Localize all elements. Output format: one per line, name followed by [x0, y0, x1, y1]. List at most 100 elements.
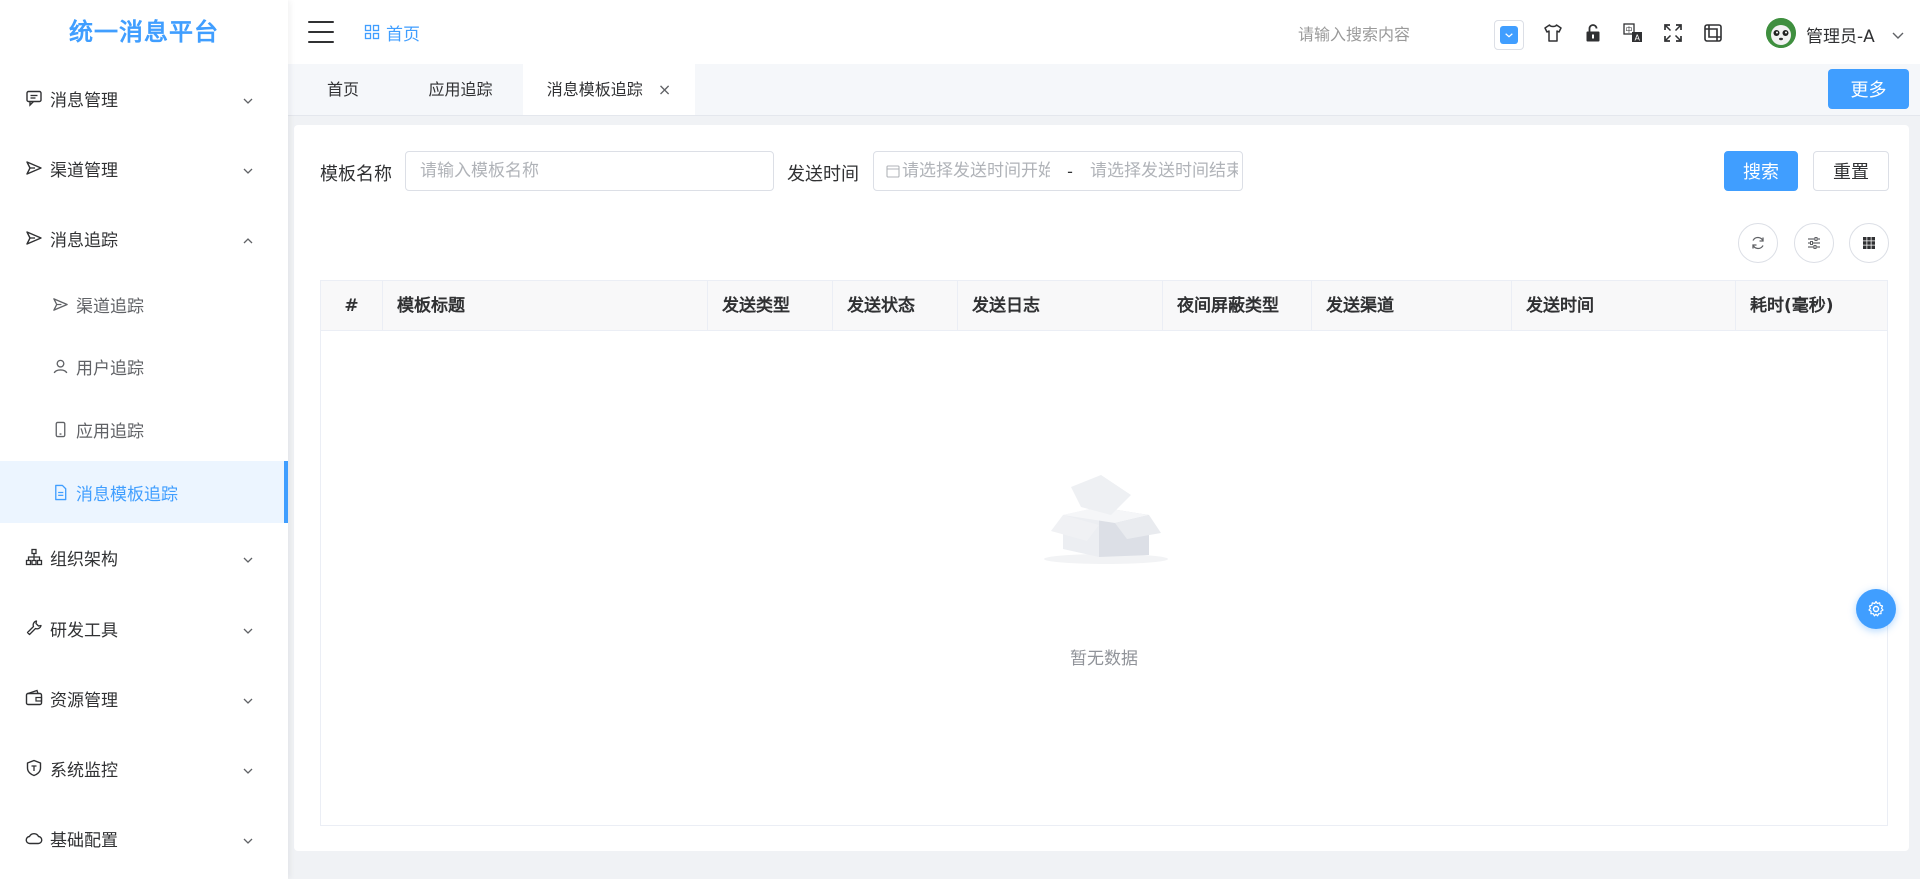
tab-label: 消息模板追踪 [546, 80, 643, 99]
fullscreen-icon[interactable] [1660, 20, 1686, 46]
data-table: # 模板标题 发送类型 发送状态 发送日志 夜间屏蔽类型 发送渠道 发送时间 耗… [320, 280, 1888, 826]
tab-home[interactable]: 首页 [288, 64, 398, 115]
columns-icon[interactable] [1849, 223, 1889, 263]
sidebar-item-label: 消息追踪 [50, 230, 118, 251]
refresh-icon[interactable] [1738, 223, 1778, 263]
template-name-label: 模板名称 [320, 164, 392, 185]
tshirt-icon[interactable] [1540, 20, 1566, 46]
avatar[interactable] [1766, 18, 1796, 48]
chevron-down-icon [242, 551, 254, 563]
send-time-end-input[interactable] [1090, 161, 1238, 181]
sidebar-subitem-label: 渠道追踪 [76, 296, 144, 317]
cloud-icon [24, 828, 44, 848]
sidebar-subitem-app-tracking[interactable]: 应用追踪 [0, 401, 288, 457]
sidebar-item-dev-tools[interactable]: 研发工具 [0, 600, 288, 656]
column-header-template-title: 模板标题 [383, 281, 708, 331]
close-icon[interactable]: × [658, 64, 671, 115]
user-name[interactable]: 管理员-A [1806, 22, 1875, 47]
sidebar-item-message-management[interactable]: 消息管理 [0, 70, 288, 126]
breadcrumb[interactable]: 首页 [364, 20, 420, 45]
content-card: 模板名称 发送时间 - 搜索 重置 # 模板标题 发送类型 发送状态 发送日志 … [294, 125, 1909, 851]
sidebar-item-basic-config[interactable]: 基础配置 [0, 810, 288, 866]
shield-icon [24, 758, 44, 778]
send-icon [50, 294, 70, 314]
sidebar-item-label: 系统监控 [50, 760, 118, 781]
message-icon [24, 88, 44, 108]
sidebar-item-label: 资源管理 [50, 690, 118, 711]
screenshot-icon[interactable] [1700, 20, 1726, 46]
top-header: 首页 中A 管理员-A [288, 0, 1920, 64]
sidebar-subitem-template-tracking[interactable]: 消息模板追踪 [0, 461, 288, 523]
header-search-input[interactable] [1298, 20, 1498, 48]
table-empty-state: 暂无数据 [321, 331, 1887, 825]
app-logo: 统一消息平台 [69, 18, 219, 46]
chevron-up-icon [242, 232, 254, 244]
sidebar-item-resource-management[interactable]: 资源管理 [0, 670, 288, 726]
send-time-range-picker[interactable]: - [873, 151, 1243, 191]
tab-label: 应用追踪 [428, 80, 493, 99]
sidebar-item-system-monitor[interactable]: 系统监控 [0, 740, 288, 796]
column-header-send-time: 发送时间 [1512, 281, 1736, 331]
empty-text: 暂无数据 [1070, 649, 1138, 669]
check-icon[interactable] [1494, 20, 1524, 50]
tabs-bar: 首页 应用追踪 消息模板追踪 × 更多 [288, 64, 1920, 116]
calendar-icon [886, 165, 900, 178]
sidebar-subitem-label: 消息模板追踪 [76, 484, 178, 505]
tab-app-tracking[interactable]: 应用追踪 [398, 64, 523, 115]
send-icon [24, 158, 44, 178]
sidebar-subitem-label: 用户追踪 [76, 358, 144, 379]
column-header-index: # [321, 281, 383, 331]
filter-settings-icon[interactable] [1794, 223, 1834, 263]
sidebar-subitem-user-tracking[interactable]: 用户追踪 [0, 338, 288, 394]
svg-text:A: A [1635, 34, 1641, 43]
column-header-night-block-type: 夜间屏蔽类型 [1163, 281, 1312, 331]
range-separator: - [1067, 161, 1073, 181]
translate-icon[interactable]: 中A [1620, 20, 1646, 46]
column-header-send-channel: 发送渠道 [1312, 281, 1512, 331]
tab-label: 首页 [326, 80, 359, 99]
sidebar-item-organization[interactable]: 组织架构 [0, 529, 288, 585]
sidebar-subitem-label: 应用追踪 [76, 421, 144, 442]
search-button[interactable]: 搜索 [1724, 151, 1798, 191]
chevron-down-icon [242, 92, 254, 104]
reset-button[interactable]: 重置 [1813, 151, 1889, 191]
breadcrumb-home: 首页 [386, 24, 420, 45]
chevron-down-icon [242, 622, 254, 634]
sidebar-subitem-channel-tracking[interactable]: 渠道追踪 [0, 276, 288, 332]
mobile-icon [50, 419, 70, 439]
tool-icon [24, 618, 44, 638]
settings-gear-icon[interactable] [1856, 589, 1896, 629]
chevron-down-icon [242, 162, 254, 174]
wallet-icon [24, 688, 44, 708]
lock-icon[interactable] [1580, 20, 1606, 46]
sidebar-item-label: 研发工具 [50, 620, 118, 641]
sidebar-item-label: 消息管理 [50, 90, 118, 111]
sidebar-item-label: 基础配置 [50, 830, 118, 851]
tab-template-tracking[interactable]: 消息模板追踪 × [523, 64, 695, 115]
column-header-send-type: 发送类型 [708, 281, 833, 331]
grid-icon [364, 24, 380, 40]
org-icon [24, 547, 44, 567]
chevron-down-icon [242, 762, 254, 774]
user-icon [50, 356, 70, 376]
column-header-send-status: 发送状态 [833, 281, 958, 331]
sidebar-item-label: 组织架构 [50, 549, 118, 570]
chevron-down-icon [242, 832, 254, 844]
more-button[interactable]: 更多 [1828, 69, 1909, 109]
document-icon [50, 482, 70, 502]
send-icon [24, 228, 44, 248]
sidebar-item-message-tracking[interactable]: 消息追踪 [0, 210, 288, 266]
chevron-down-icon[interactable] [1891, 27, 1905, 41]
sidebar-item-channel-management[interactable]: 渠道管理 [0, 140, 288, 196]
chevron-down-icon [242, 692, 254, 704]
send-time-start-input[interactable] [902, 161, 1050, 181]
svg-text:中: 中 [1626, 25, 1633, 34]
menu-toggle-icon[interactable] [308, 21, 334, 43]
column-header-duration-ms: 耗时(毫秒) [1750, 296, 1834, 316]
sidebar-item-label: 渠道管理 [50, 160, 118, 181]
sidebar: 统一消息平台 消息管理 渠道管理 消息追踪 渠道追踪 用户追踪 应用追踪 消息模… [0, 0, 288, 879]
column-header-send-log: 发送日志 [958, 281, 1163, 331]
send-time-label: 发送时间 [787, 164, 859, 185]
template-name-input[interactable] [405, 151, 774, 191]
table-header: # 模板标题 发送类型 发送状态 发送日志 夜间屏蔽类型 发送渠道 发送时间 耗… [321, 281, 1887, 331]
